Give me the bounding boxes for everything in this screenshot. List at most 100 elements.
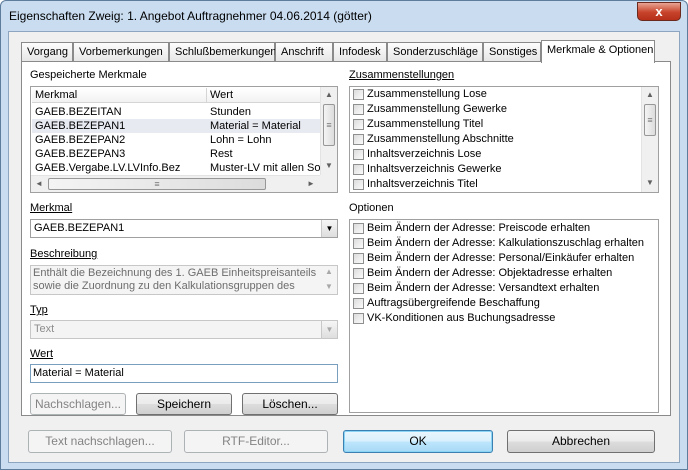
scroll-thumb[interactable]: ≡ (48, 178, 266, 190)
merkmal-cell: GAEB.BEZEPAN1 (35, 120, 126, 132)
scroll-up-icon[interactable]: ▲ (642, 87, 658, 103)
ok-button[interactable]: OK (343, 430, 493, 453)
checkbox[interactable] (353, 283, 364, 294)
zusammenstellungen-scrollbar[interactable]: ▲ ≡ ▼ (641, 87, 658, 192)
merkmal-cell: GAEB.BEZEPAN2 (35, 134, 126, 146)
tab-vorgang[interactable]: Vorgang (21, 42, 73, 62)
checkbox[interactable] (353, 119, 364, 130)
wert-cell: Muster-LV mit allen Son (210, 162, 321, 174)
list-item-label: Inhaltsverzeichnis Lose (367, 148, 482, 160)
checkbox[interactable] (353, 149, 364, 160)
wert-input[interactable]: Material = Material (30, 364, 338, 383)
wert-cell: Stunden (210, 106, 251, 118)
beschreibung-line-1: Enthält die Bezeichnung des 1. GAEB Einh… (33, 267, 317, 279)
beschreibung-field[interactable]: Enthält die Bezeichnung des 1. GAEB Einh… (30, 265, 338, 295)
dialog-client-area: Vorgang Vorbemerkungen Schlußbemerkungen… (8, 31, 680, 463)
scroll-right-icon[interactable]: ► (303, 176, 319, 192)
chevron-down-icon[interactable]: ▼ (321, 220, 337, 237)
checkbox[interactable] (353, 89, 364, 100)
table-row[interactable]: GAEB.BEZEPAN3 Rest (32, 147, 321, 161)
merkmal-cell: GAEB.BEZEPAN3 (35, 148, 126, 160)
scroll-thumb[interactable]: ≡ (323, 104, 335, 146)
text-nachschlagen-button[interactable]: Text nachschlagen... (28, 430, 172, 453)
scroll-up-icon: ▲ (325, 267, 333, 276)
zusammenstellungen-label: Zusammenstellungen (349, 69, 455, 81)
scroll-up-icon[interactable]: ▲ (321, 87, 337, 103)
tab-merkmale-optionen[interactable]: Merkmale & Optionen (541, 40, 655, 63)
checkbox[interactable] (353, 104, 364, 115)
table-row[interactable]: GAEB.BEZEITAN Stunden (32, 105, 321, 119)
grid-horizontal-scrollbar[interactable]: ◄ ≡ ► (31, 175, 320, 192)
wert-cell: Rest (210, 148, 233, 160)
speichern-button[interactable]: Speichern (136, 393, 232, 415)
list-item-label: Zusammenstellung Gewerke (367, 103, 508, 115)
zusammenstellungen-list[interactable]: Zusammenstellung Lose Zusammenstellung G… (349, 86, 659, 193)
tab-sonderzuschlaege[interactable]: Sonderzuschläge (387, 42, 483, 62)
scroll-down-icon[interactable]: ▼ (321, 158, 337, 174)
list-item-label: Zusammenstellung Abschnitte (367, 133, 514, 145)
column-header-merkmal[interactable]: Merkmal (32, 88, 207, 103)
wert-input-value: Material = Material (33, 367, 124, 379)
merkmal-cell: GAEB.BEZEITAN (35, 106, 122, 118)
checkbox[interactable] (353, 238, 364, 249)
merkmal-label: Merkmal (30, 202, 73, 214)
merkmal-combobox[interactable]: GAEB.BEZEPAN1 ▼ (30, 219, 338, 238)
tab-infodesk[interactable]: Infodesk (333, 42, 387, 62)
beschreibung-scrollbar: ▲ ▼ (321, 266, 337, 294)
gespeicherte-merkmale-grid[interactable]: Merkmal Wert GAEB.BEZEITAN Stunden GAEB.… (30, 86, 338, 193)
scroll-left-icon[interactable]: ◄ (31, 176, 47, 192)
checkbox[interactable] (353, 298, 364, 309)
scroll-thumb[interactable]: ≡ (644, 104, 656, 136)
window-title: Eigenschaften Zweig: 1. Angebot Auftragn… (9, 9, 372, 23)
gespeicherte-merkmale-label: Gespeicherte Merkmale (30, 69, 147, 81)
wert-label: Wert (30, 348, 54, 360)
merkmal-cell: GAEB.Vergabe.LV.LVInfo.Bez (35, 162, 181, 174)
close-button[interactable]: x (637, 2, 681, 21)
table-row[interactable]: GAEB.BEZEPAN2 Lohn = Lohn (32, 133, 321, 147)
typ-combobox: Text ▼ (30, 320, 338, 339)
chevron-down-icon: ▼ (321, 321, 337, 338)
beschreibung-label: Beschreibung (30, 248, 98, 260)
list-item-label: Beim Ändern der Adresse: Preiscode erhal… (367, 222, 591, 234)
title-bar: Eigenschaften Zweig: 1. Angebot Auftragn… (1, 1, 687, 31)
wert-cell: Lohn = Lohn (210, 134, 272, 146)
table-row[interactable]: GAEB.Vergabe.LV.LVInfo.Bez Muster-LV mit… (32, 161, 321, 175)
rtf-editor-button[interactable]: RTF-Editor... (184, 430, 328, 453)
tab-sonstiges[interactable]: Sonstiges (483, 42, 541, 62)
checkbox[interactable] (353, 253, 364, 264)
tab-anschrift[interactable]: Anschrift (275, 42, 333, 62)
list-item-label: Zusammenstellung Titel (367, 118, 484, 130)
checkbox[interactable] (353, 313, 364, 324)
tab-panel-merkmale-optionen: Gespeicherte Merkmale Merkmal Wert GAEB.… (21, 61, 671, 416)
scroll-down-icon[interactable]: ▼ (642, 175, 658, 191)
scroll-down-icon: ▼ (325, 282, 333, 291)
checkbox[interactable] (353, 134, 364, 145)
properties-dialog: Eigenschaften Zweig: 1. Angebot Auftragn… (0, 0, 688, 470)
scrollbar-corner (320, 175, 337, 192)
list-item-label: Inhaltsverzeichnis Titel (367, 178, 478, 190)
table-row-selected[interactable]: GAEB.BEZEPAN1 Material = Material (32, 119, 321, 133)
tab-schlussbemerkungen[interactable]: Schlußbemerkungen (169, 42, 277, 62)
wert-cell: Material = Material (210, 120, 301, 132)
list-item-label: Beim Ändern der Adresse: Versandtext erh… (367, 282, 600, 294)
list-item-label: Beim Ändern der Adresse: Objektadresse e… (367, 267, 613, 279)
checkbox[interactable] (353, 268, 364, 279)
grid-vertical-scrollbar[interactable]: ▲ ≡ ▼ (320, 87, 337, 175)
list-item-label: Auftragsübergreifende Beschaffung (367, 297, 540, 309)
abbrechen-button[interactable]: Abbrechen (507, 430, 655, 453)
list-item-label: VK-Konditionen aus Buchungsadresse (367, 312, 556, 324)
loeschen-button[interactable]: Löschen... (242, 393, 338, 415)
beschreibung-line-2: sowie die Zuordnung zu den Kalkulationsg… (33, 280, 295, 292)
merkmal-value: GAEB.BEZEPAN1 (34, 222, 125, 234)
checkbox[interactable] (353, 223, 364, 234)
grid-header: Merkmal Wert (32, 88, 321, 103)
column-header-wert[interactable]: Wert (207, 88, 321, 103)
checkbox[interactable] (353, 179, 364, 190)
optionen-label: Optionen (349, 202, 394, 214)
checkbox[interactable] (353, 164, 364, 175)
optionen-list[interactable]: Beim Ändern der Adresse: Preiscode erhal… (349, 219, 659, 413)
list-item-label: Zusammenstellung Lose (367, 88, 487, 100)
typ-label: Typ (30, 304, 48, 316)
nachschlagen-button[interactable]: Nachschlagen... (30, 393, 126, 415)
tab-vorbemerkungen[interactable]: Vorbemerkungen (73, 42, 169, 62)
